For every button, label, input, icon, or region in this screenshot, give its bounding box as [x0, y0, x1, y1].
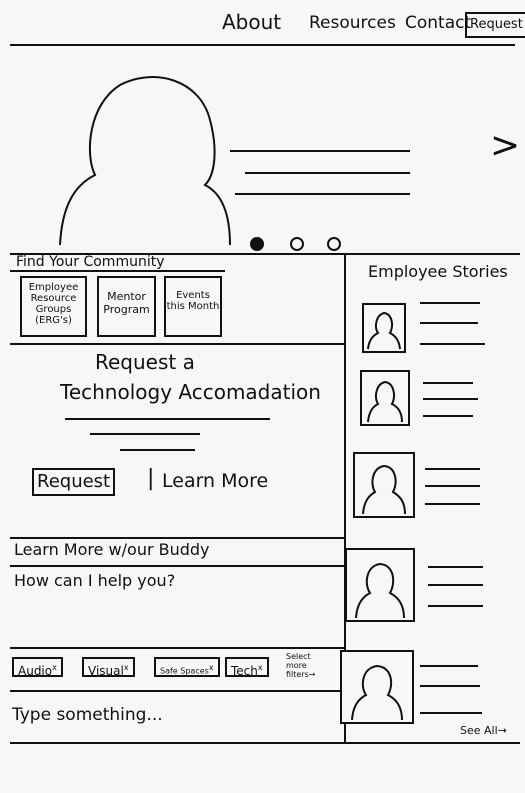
story-text-line [428, 605, 483, 607]
stories-heading: Employee Stories [368, 262, 508, 281]
story-avatar-2[interactable] [360, 370, 410, 426]
carousel-dot-active[interactable] [250, 237, 264, 251]
story-avatar-1[interactable] [362, 303, 406, 353]
buddy-message-input[interactable]: Type something... [12, 705, 163, 725]
story-text-line [420, 712, 482, 714]
community-divider [10, 343, 344, 345]
story-text-line [420, 685, 480, 687]
page-bottom-line [10, 742, 520, 744]
person-icon [351, 664, 403, 721]
buddy-input-divider [10, 690, 344, 692]
person-icon [367, 380, 403, 423]
tile-employee-resource-groups[interactable]: Employee Resource Groups (ERG's) [20, 276, 87, 337]
accommodation-separator: | [147, 466, 155, 491]
filter-chip-label: Visual [88, 664, 124, 678]
tile-events-this-month[interactable]: Events this Month [164, 276, 222, 337]
select-more-filters-link[interactable]: Select more filters→ [286, 652, 330, 679]
hero-text-line [235, 193, 410, 195]
story-text-line [420, 322, 478, 324]
filter-chip-audio[interactable]: Audiox [12, 657, 63, 678]
hero-carousel [10, 45, 520, 253]
carousel-next-arrow-icon[interactable]: > [490, 125, 520, 166]
nav-contact-link[interactable]: Contact [405, 13, 471, 33]
tile-mentor-program[interactable]: Mentor Program [97, 276, 156, 337]
accommodation-text-line [120, 449, 195, 451]
filter-chip-label: Audio [18, 664, 53, 678]
carousel-dot[interactable] [290, 237, 304, 251]
story-text-line [425, 485, 480, 487]
story-text-line [423, 382, 473, 384]
person-icon [362, 464, 406, 515]
story-text-line [420, 302, 480, 304]
story-text-line [423, 398, 478, 400]
story-avatar-5[interactable] [340, 650, 414, 724]
story-avatar-3[interactable] [353, 452, 415, 518]
stories-see-all-link[interactable]: See All→ [460, 724, 507, 737]
story-text-line [425, 503, 480, 505]
nav-about-link[interactable]: About [222, 10, 281, 34]
story-text-line [428, 566, 483, 568]
nav-resources-link[interactable]: Resources [309, 13, 396, 33]
hero-person-silhouette-icon [59, 76, 231, 246]
story-text-line [428, 584, 483, 586]
hero-text-line [230, 150, 410, 152]
accommodation-text-line [65, 418, 270, 420]
story-text-line [420, 343, 485, 345]
filter-chip-safe-spaces[interactable]: Safe Spacesx [154, 657, 220, 677]
filter-remove-icon[interactable]: x [258, 663, 263, 672]
filter-chip-tech[interactable]: Techx [225, 657, 269, 678]
buddy-heading-divider [10, 565, 344, 567]
accommodation-text-line [90, 433, 200, 435]
story-avatar-4[interactable] [345, 548, 415, 622]
filter-remove-icon[interactable]: x [209, 663, 214, 672]
accommodation-request-button[interactable]: Request [32, 468, 116, 496]
buddy-top-divider [10, 537, 344, 539]
filter-chip-visual[interactable]: Visualx [82, 657, 135, 678]
person-icon [355, 562, 405, 619]
filter-chip-label: Safe Spaces [160, 666, 209, 676]
filter-chip-label: Tech [231, 664, 258, 678]
story-text-line [423, 415, 473, 417]
story-text-line [425, 468, 480, 470]
community-heading-underline [10, 270, 225, 272]
buddy-heading: Learn More w/our Buddy [14, 540, 210, 559]
carousel-dot[interactable] [327, 237, 341, 251]
person-icon [367, 311, 401, 350]
accommodation-learn-more-link[interactable]: Learn More [162, 470, 268, 492]
hero-text-line [245, 172, 410, 174]
community-heading: Find Your Community [16, 254, 165, 270]
buddy-chat-divider [10, 647, 344, 649]
buddy-prompt: How can I help you? [14, 571, 176, 590]
nav-request-button[interactable]: Request [465, 12, 525, 38]
accommodation-title-line2: Technology Accomadation [60, 380, 321, 404]
filter-remove-icon[interactable]: x [124, 663, 129, 672]
accommodation-title-line1: Request a [95, 350, 195, 374]
filter-remove-icon[interactable]: x [52, 663, 57, 672]
story-text-line [420, 665, 478, 667]
